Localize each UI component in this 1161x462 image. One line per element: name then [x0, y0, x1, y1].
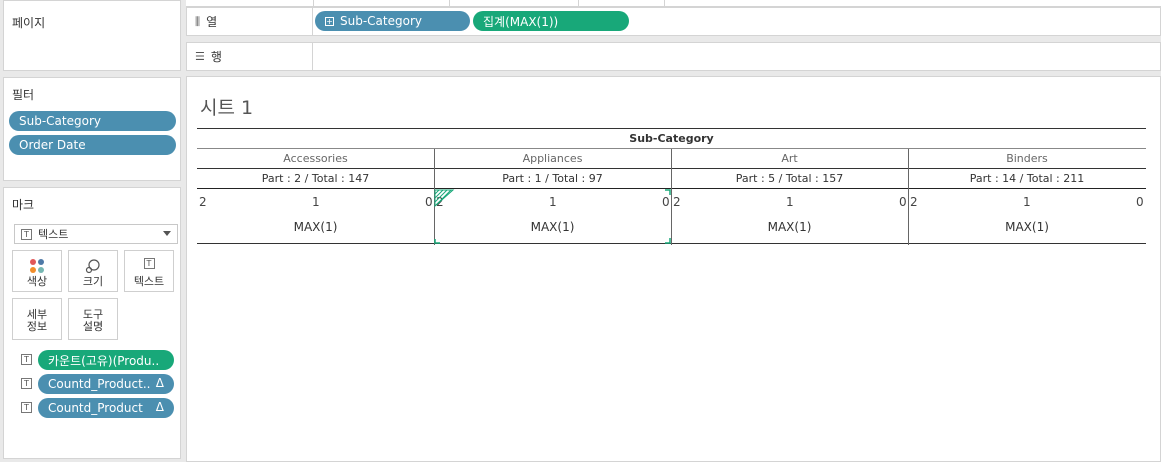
viz-table[interactable]: Sub-Category Accessories Appliances Art … [197, 128, 1146, 245]
sheet-title[interactable]: 시트 1 [200, 93, 253, 120]
pages-panel[interactable]: 페이지 [3, 0, 181, 71]
rows-icon: ☰ [195, 50, 205, 63]
columns-icon: ⫼ [195, 14, 201, 28]
detail-label: 세부 정보 [26, 308, 48, 333]
color-icon [13, 258, 61, 274]
text-mark-icon: T [21, 228, 32, 240]
detail-button[interactable]: 세부 정보 [12, 298, 62, 340]
rows-shelf-label: ☰ 행 [187, 43, 313, 70]
category-header-art[interactable]: Art [671, 149, 908, 168]
filter-pill-order-date[interactable]: Order Date [9, 135, 176, 155]
mark-field-pill[interactable]: Countd_Product Δ [38, 398, 174, 418]
chevron-down-icon [163, 231, 171, 236]
part-total-binders: Part : 14 / Total : 211 [969, 172, 1085, 185]
rows-label-text: 행 [210, 50, 222, 64]
axis-tick: 2 [673, 195, 681, 209]
mark-field-label: 카운트(고유)(Produ.. [48, 353, 160, 368]
mark-field-countd-distinct[interactable]: T 카운트(고유)(Produ.. [12, 350, 177, 370]
delta-icon: Δ [155, 376, 164, 390]
size-label: 크기 [82, 275, 104, 288]
measure-label[interactable]: MAX(1) [197, 220, 434, 234]
axis-tick: 0 [899, 195, 907, 209]
header-title-row: Sub-Category [197, 129, 1146, 148]
strip-divider [313, 0, 314, 7]
axis-tick: 2 [199, 195, 207, 209]
filters-title: 필터 [12, 88, 35, 102]
mark-field-countd-product-2[interactable]: T Countd_Product Δ [12, 398, 177, 418]
tooltip-button[interactable]: 도구 설명 [68, 298, 118, 340]
size-button[interactable]: 크기 [68, 250, 118, 292]
mark-field-pill[interactable]: 카운트(고유)(Produ.. [38, 350, 174, 370]
pill-label: 집계(MAX(1)) [483, 14, 559, 29]
category-header-accessories[interactable]: Accessories [197, 149, 434, 168]
color-button[interactable]: 색상 [12, 250, 62, 292]
part-total-appliances: Part : 1 / Total : 97 [502, 172, 603, 185]
axis-tick: 0 [425, 195, 433, 209]
part-total-accessories: Part : 2 / Total : 147 [261, 172, 370, 185]
column-divider [908, 149, 909, 245]
text-icon: T [125, 258, 173, 269]
columns-label-text: 열 [206, 15, 218, 29]
selection-highlight [434, 189, 671, 244]
top-strip [186, 0, 1161, 7]
axis-tick: 1 [312, 195, 320, 209]
marks-panel[interactable]: 마크 T 텍스트 색상 크기 T 텍스트 세부 정보 도구 설명 T 카운트(고… [3, 187, 181, 459]
color-label: 색상 [26, 275, 48, 288]
axis-tick: 0 [1136, 195, 1144, 209]
pages-title: 페이지 [12, 16, 46, 30]
columns-shelf-label: ⫼ 열 [187, 8, 313, 35]
marks-title: 마크 [12, 198, 35, 212]
strip-divider [449, 0, 450, 7]
text-button[interactable]: T 텍스트 [124, 250, 174, 292]
text-mark-icon: T [21, 378, 32, 389]
part-total-art: Part : 5 / Total : 157 [735, 172, 844, 185]
text-label: 텍스트 [133, 275, 165, 288]
category-header-appliances[interactable]: Appliances [434, 149, 671, 168]
tooltip-label: 도구 설명 [82, 308, 104, 333]
axis-tick: 1 [786, 195, 794, 209]
header-title: Sub-Category [629, 132, 714, 145]
strip-divider [578, 0, 579, 7]
mark-type-value: 텍스트 [38, 228, 69, 241]
mark-field-label: Countd_Product [48, 401, 143, 415]
text-mark-icon: T [21, 402, 32, 413]
expand-plus-icon[interactable]: + [325, 16, 334, 26]
filters-panel[interactable]: 필터 Sub-Category Order Date [3, 77, 181, 181]
rows-shelf[interactable]: ☰ 행 [186, 42, 1161, 71]
measure-label[interactable]: MAX(1) [671, 220, 908, 234]
strip-divider [664, 0, 665, 7]
category-header-binders[interactable]: Binders [908, 149, 1146, 168]
columns-pill-sub-category[interactable]: + Sub-Category [315, 11, 470, 31]
mark-field-countd-product-1[interactable]: T Countd_Product.. Δ [12, 374, 177, 394]
measure-label[interactable]: MAX(1) [908, 220, 1146, 234]
columns-shelf[interactable]: ⫼ 열 + Sub-Category 집계(MAX(1)) [186, 7, 1161, 36]
axis-tick: 2 [910, 195, 918, 209]
filter-pill-sub-category[interactable]: Sub-Category [9, 111, 176, 131]
columns-pill-max-aggregate[interactable]: 집계(MAX(1)) [473, 11, 629, 31]
axis-tick: 1 [1023, 195, 1031, 209]
pill-label: Sub-Category [340, 14, 422, 28]
delta-icon: Δ [155, 400, 164, 414]
mark-field-label: Countd_Product.. [48, 377, 151, 391]
mark-field-pill[interactable]: Countd_Product.. Δ [38, 374, 174, 394]
mark-type-dropdown[interactable]: T 텍스트 [14, 224, 178, 244]
size-icon [69, 258, 117, 274]
text-mark-icon: T [21, 354, 32, 365]
